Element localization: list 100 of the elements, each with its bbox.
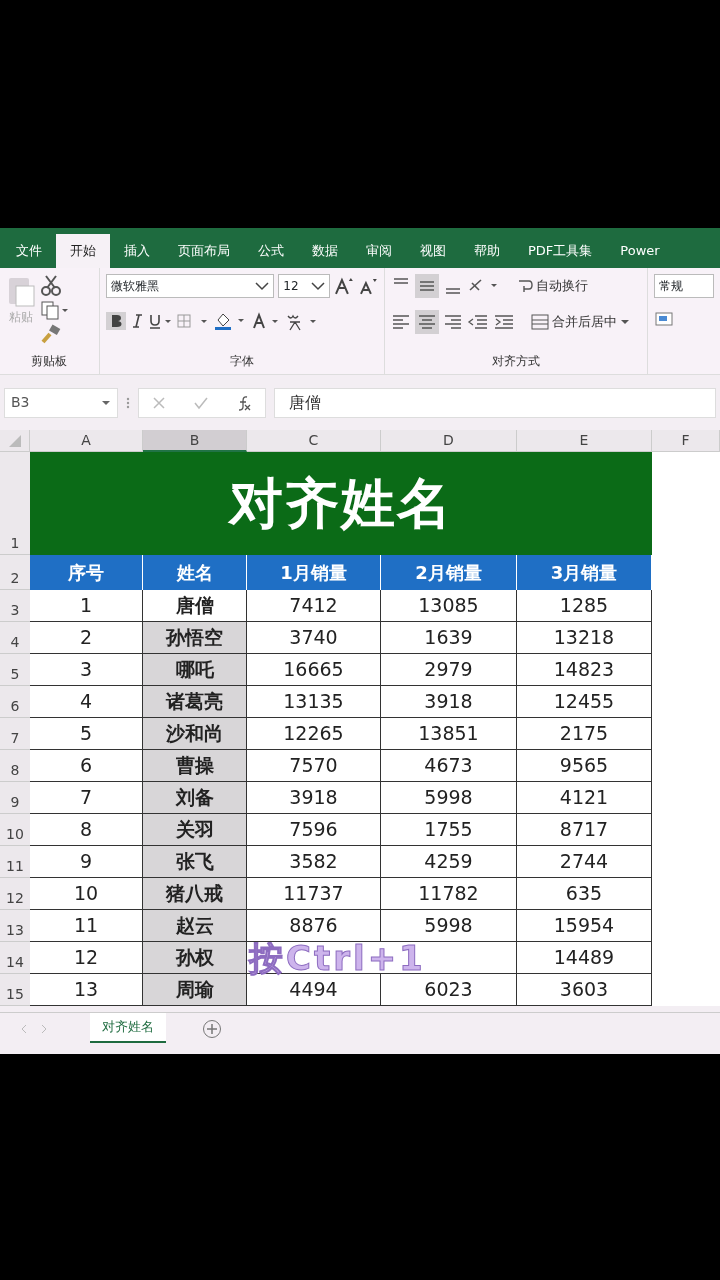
ribbon-tab[interactable]: Power — [606, 234, 674, 268]
table-cell: 13135 — [247, 686, 381, 718]
column-heading: 2月销量 — [381, 555, 517, 590]
table-cell: 孙悟空 — [143, 622, 247, 654]
row-header[interactable]: 5 — [0, 654, 30, 686]
cut-icon[interactable] — [40, 274, 62, 296]
ribbon-tab[interactable]: 文件 — [2, 234, 56, 268]
copy-icon[interactable] — [40, 300, 68, 320]
table-cell: 13851 — [381, 718, 517, 750]
ribbon-tab[interactable]: 帮助 — [460, 234, 514, 268]
merge-icon — [530, 313, 549, 331]
table-cell: 6023 — [381, 974, 517, 1006]
row-header[interactable]: 14 — [0, 942, 30, 974]
row-header[interactable]: 11 — [0, 846, 30, 878]
ribbon-tab[interactable]: 视图 — [406, 234, 460, 268]
sheet-tab[interactable]: 对齐姓名 — [90, 1013, 166, 1043]
name-box[interactable]: B3 — [4, 387, 118, 418]
table-cell: 3582 — [247, 846, 381, 878]
table-cell: 刘备 — [143, 782, 247, 814]
caret-icon — [255, 281, 270, 291]
row-header[interactable]: 6 — [0, 686, 30, 718]
group-label: 字体 — [228, 353, 255, 370]
row-header[interactable]: 1 — [0, 452, 30, 555]
wrap-text-button[interactable]: 自动换行 — [512, 274, 592, 298]
name-box-value: B3 — [11, 393, 30, 412]
table-cell: 1755 — [381, 814, 517, 846]
paste-label: 粘贴 — [9, 309, 33, 326]
table-cell: 周瑜 — [143, 974, 247, 1006]
caret-icon — [311, 281, 325, 291]
row-header[interactable]: 9 — [0, 782, 30, 814]
table-cell: 3918 — [381, 686, 517, 718]
row-header[interactable]: 7 — [0, 718, 30, 750]
table-cell: 16665 — [247, 654, 381, 686]
row-header[interactable]: 12 — [0, 878, 30, 910]
table-cell: 3740 — [247, 622, 381, 654]
table-cell: 7570 — [247, 750, 381, 782]
table-cell: 11737 — [247, 878, 381, 910]
video-caption: 按Ctrl+1 — [247, 942, 517, 974]
table-cell: 13085 — [381, 590, 517, 622]
font-size-select[interactable]: 12 — [278, 274, 330, 298]
ribbon-tab[interactable]: 页面布局 — [164, 234, 244, 268]
table-cell: 7596 — [247, 814, 381, 846]
column-header[interactable]: B — [143, 430, 247, 452]
add-sheet-icon[interactable] — [202, 1019, 222, 1039]
more-icon — [126, 395, 130, 410]
table-cell: 4259 — [381, 846, 517, 878]
bold-icon — [109, 314, 122, 328]
table-cell: 1639 — [381, 622, 517, 654]
table-cell: 曹操 — [143, 750, 247, 782]
caret-icon — [101, 398, 111, 407]
grow-font-icon[interactable] — [334, 276, 354, 296]
number-format-select[interactable]: 常规 — [654, 274, 714, 298]
decrease-indent-icon[interactable] — [466, 312, 489, 332]
font-size-value: 12 — [283, 278, 299, 295]
column-header[interactable]: F — [652, 430, 720, 452]
table-cell: 哪吒 — [143, 654, 247, 686]
column-header[interactable]: C — [247, 430, 381, 452]
align-right-icon[interactable] — [442, 312, 463, 332]
group-label: 剪贴板 — [30, 353, 69, 370]
column-heading: 序号 — [30, 555, 143, 590]
row-header[interactable]: 10 — [0, 814, 30, 846]
increase-indent-icon[interactable] — [492, 312, 515, 332]
format-painter-icon[interactable] — [40, 324, 62, 344]
shrink-font-icon[interactable] — [357, 276, 378, 296]
ribbon-tab[interactable]: 数据 — [298, 234, 352, 268]
table-cell: 2979 — [381, 654, 517, 686]
caret-icon — [619, 318, 630, 326]
merge-center-button[interactable]: 合并后居中 — [526, 310, 634, 334]
row-header[interactable]: 3 — [0, 590, 30, 622]
column-header[interactable]: A — [30, 430, 143, 452]
row-header[interactable]: 2 — [0, 555, 30, 590]
row-header[interactable]: 13 — [0, 910, 30, 942]
ribbon-tab[interactable]: 审阅 — [352, 234, 406, 268]
table-cell: 3918 — [247, 782, 381, 814]
ribbon-tab[interactable]: 开始 — [56, 234, 110, 268]
table-cell: 12265 — [247, 718, 381, 750]
row-header[interactable]: 4 — [0, 622, 30, 654]
table-cell: 张飞 — [143, 846, 247, 878]
column-header[interactable]: D — [381, 430, 517, 452]
align-center-icon[interactable] — [414, 310, 439, 334]
ribbon-tab[interactable]: 插入 — [110, 234, 164, 268]
table-cell: 1 — [30, 590, 143, 622]
table-cell: 孙权 — [143, 942, 247, 974]
underline-icon[interactable] — [147, 313, 172, 329]
row-header[interactable]: 15 — [0, 974, 30, 1006]
table-cell: 5998 — [381, 910, 517, 942]
align-left-icon[interactable] — [390, 312, 411, 332]
font-name-select[interactable]: 微软雅黑 — [105, 274, 275, 298]
table-cell: 4673 — [381, 750, 517, 782]
middle-align-icon[interactable] — [414, 274, 439, 298]
column-heading: 3月销量 — [517, 555, 652, 590]
table-cell: 7412 — [247, 590, 381, 622]
bold-button[interactable] — [105, 312, 126, 330]
table-cell: 猪八戒 — [143, 878, 247, 910]
column-header[interactable]: E — [517, 430, 652, 452]
row-header[interactable]: 8 — [0, 750, 30, 782]
ribbon-tab[interactable]: 公式 — [244, 234, 298, 268]
ribbon-tab[interactable]: PDF工具集 — [514, 234, 607, 268]
formula-input[interactable]: 唐僧 — [274, 387, 716, 418]
table-cell: 沙和尚 — [143, 718, 247, 750]
